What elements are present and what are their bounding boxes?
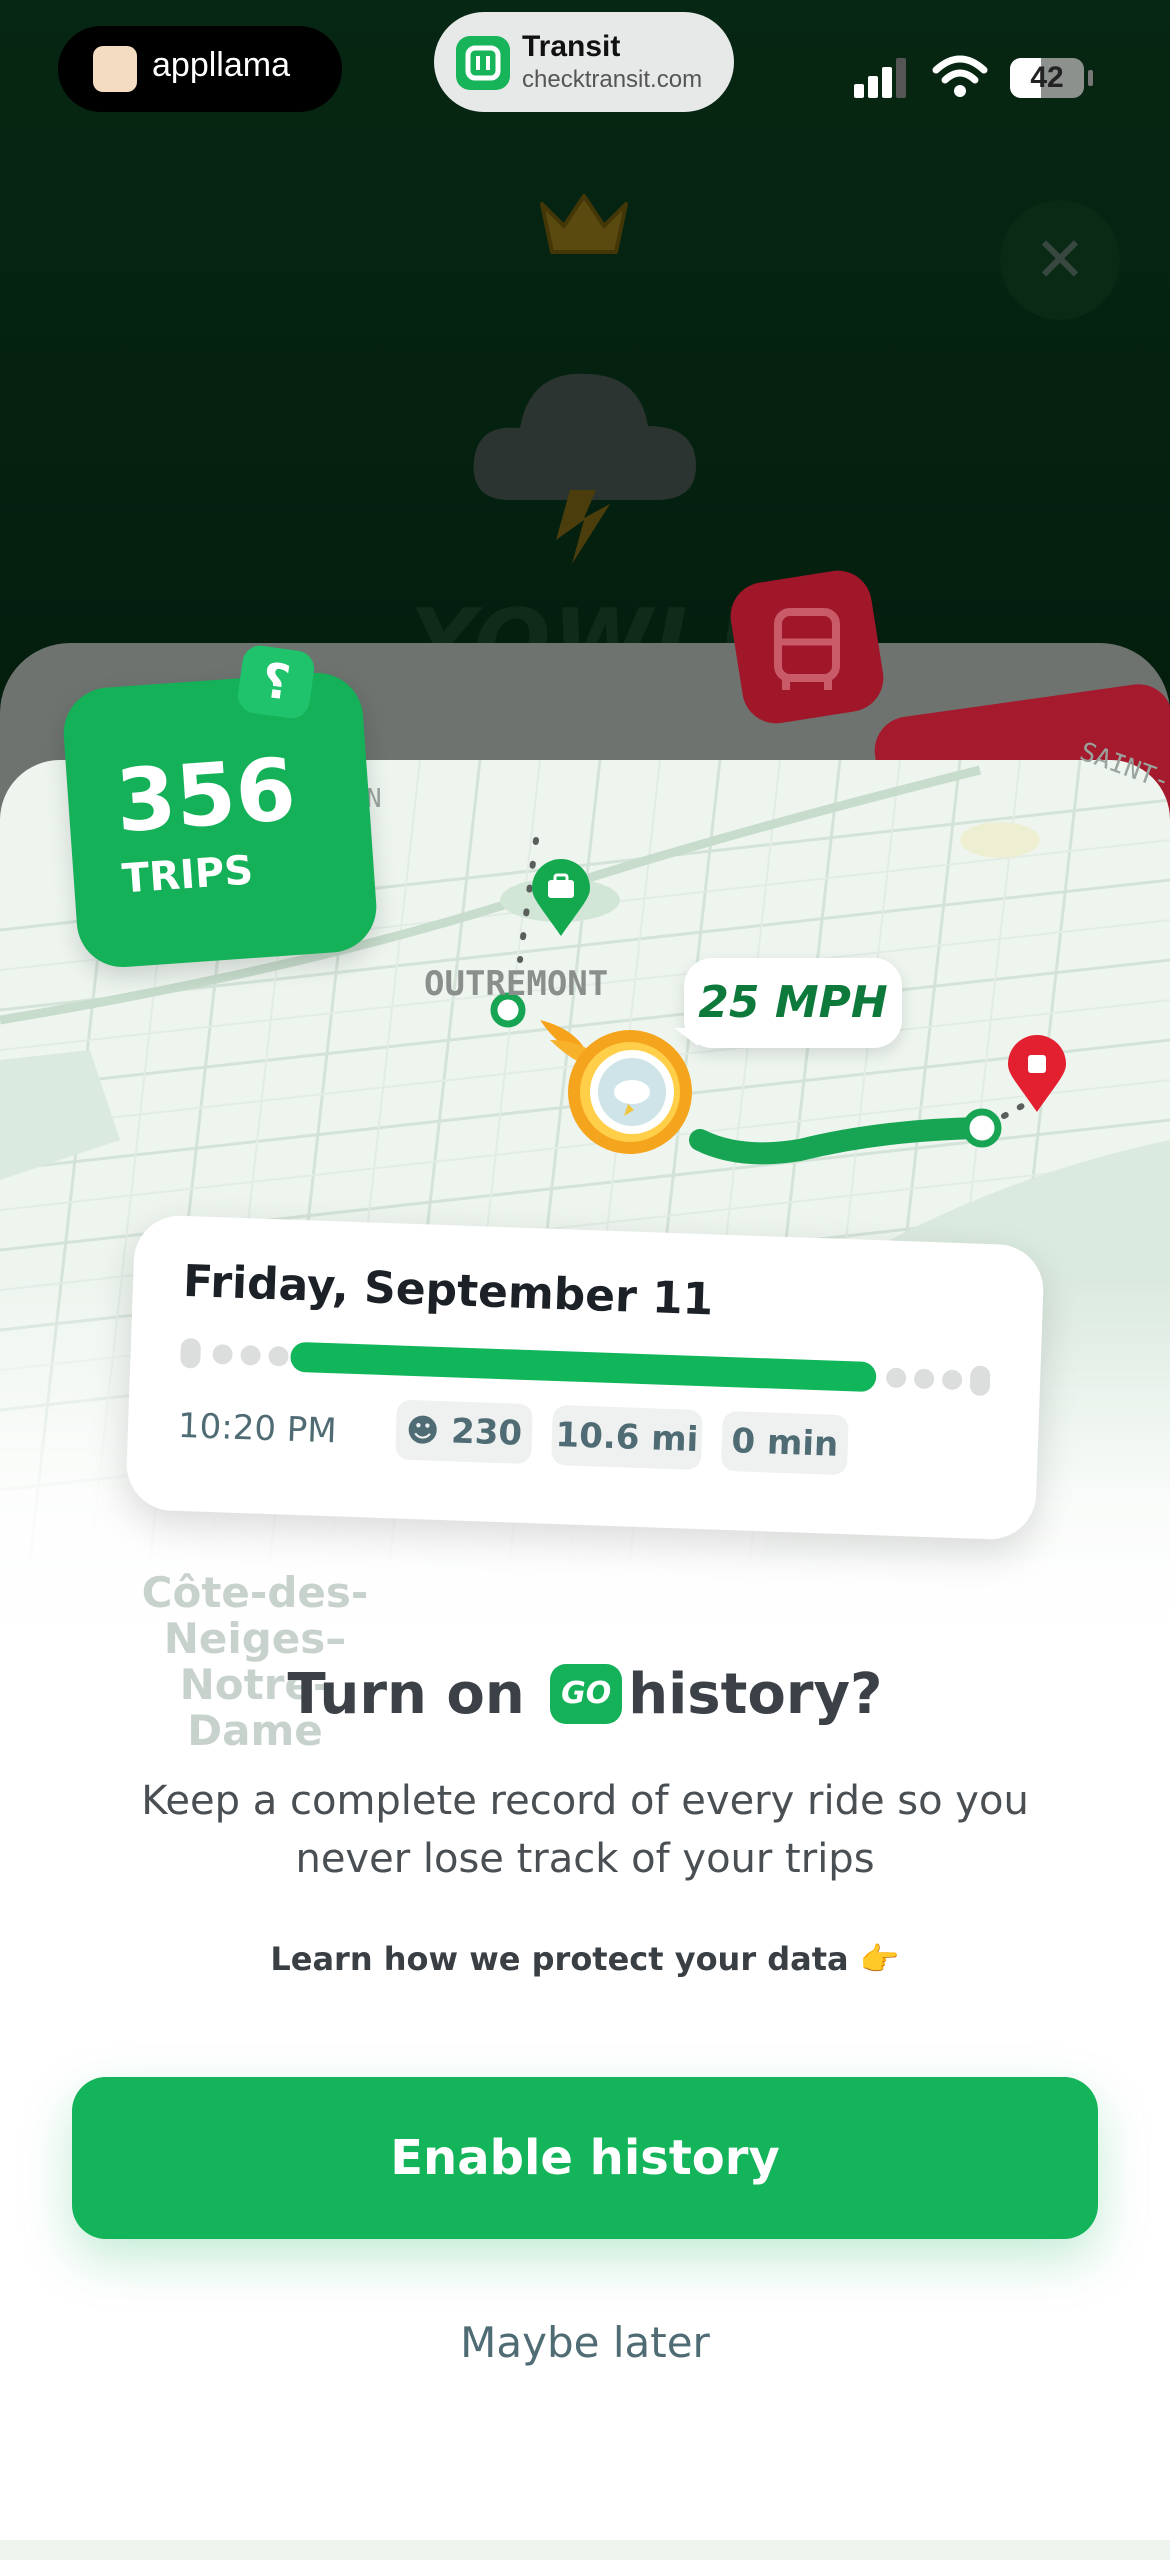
wifi-icon [932, 54, 988, 102]
applama-label: appllama [152, 46, 290, 84]
trip-summary-card: Friday, September 11 10:20 PM ☻ 230 10.6… [125, 1214, 1045, 1541]
distance-value: 10.6 mi [554, 1415, 699, 1460]
transit-logo-icon [456, 36, 510, 90]
go-badge: GO [550, 1663, 623, 1724]
trips-label: TRIPS [120, 847, 255, 903]
crown-icon [536, 190, 632, 264]
prompt-description: Keep a complete record of every ride so … [141, 1778, 1029, 1882]
progress-dot [180, 1337, 202, 1369]
progress-dot [885, 1367, 907, 1389]
destination-pin-icon [1006, 1034, 1068, 1118]
trip-date: Friday, September 11 [182, 1255, 715, 1326]
enable-history-button[interactable]: Enable history [72, 2077, 1098, 2239]
progress-dot [212, 1343, 233, 1365]
cellular-signal-icon [854, 56, 914, 100]
route-question-icon: ⸮ [235, 643, 317, 721]
learn-data-protection-link[interactable]: Learn how we protect your data 👉 [0, 1940, 1170, 1978]
close-icon: ✕ [1034, 223, 1086, 296]
storm-cloud-icon [460, 340, 710, 574]
speed-label: 25 MPH [698, 977, 888, 1028]
delay-value: 0 min [730, 1421, 839, 1465]
points-value: 230 [450, 1411, 523, 1454]
source-app-name: Transit [522, 30, 621, 63]
smiley-icon: ☻ [405, 1410, 440, 1450]
trip-time: 10:20 PM [177, 1405, 338, 1452]
map-label-outremont: OUTREMONT [424, 964, 609, 1004]
enable-history-label: Enable history [390, 2130, 780, 2186]
progress-dot [941, 1369, 963, 1391]
source-app-url: checktransit.com [522, 66, 703, 93]
progress-dot [240, 1344, 261, 1366]
points-chip: ☻ 230 [395, 1399, 534, 1465]
trip-progress-bar [290, 1341, 877, 1393]
distance-chip: 10.6 mi [550, 1404, 703, 1471]
progress-dot [913, 1368, 935, 1390]
delay-chip: 0 min [720, 1410, 849, 1476]
bus-icon [748, 590, 866, 712]
headline-end: history? [628, 1662, 883, 1727]
battery-cap [1088, 70, 1093, 86]
battery-level: 42 [1030, 61, 1064, 94]
progress-dot [969, 1365, 991, 1397]
prompt-headline: Turn on GO history? [0, 1662, 1170, 1732]
llama-icon [93, 46, 137, 92]
progress-dot [268, 1345, 289, 1367]
trips-count: 356 [112, 739, 299, 853]
work-pin-icon [530, 858, 592, 942]
headline-start: Turn on [287, 1662, 525, 1727]
maybe-later-button[interactable]: Maybe later [0, 2318, 1170, 2367]
